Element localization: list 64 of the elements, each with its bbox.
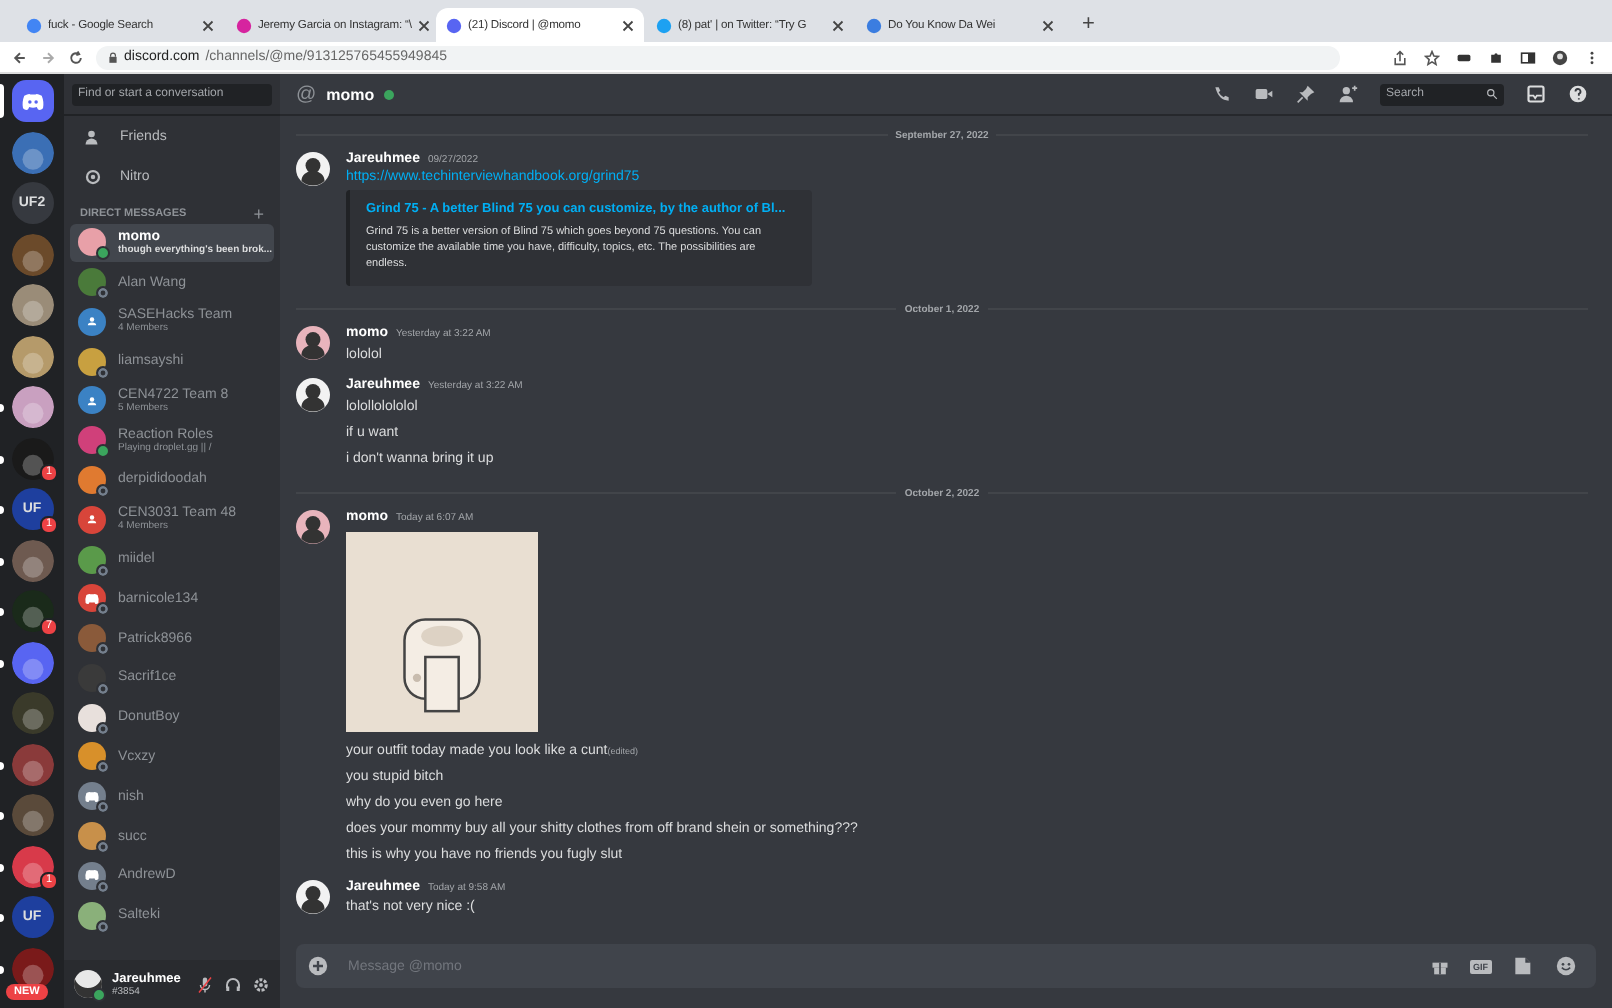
headphones-icon[interactable] [224,975,242,993]
add-dm-button[interactable]: + [253,208,264,220]
profile-icon[interactable] [1552,49,1568,65]
group-icon [84,512,100,527]
server-icon[interactable] [11,845,53,887]
home-button[interactable] [11,80,53,122]
status-indicator [92,988,106,1002]
share-icon[interactable] [1392,49,1408,65]
user-avatar [296,152,330,186]
user-avatar [296,510,330,544]
favicon-icon [866,17,882,33]
close-icon[interactable] [832,19,844,31]
nitro-icon [84,168,102,186]
server-icon[interactable] [11,743,53,785]
discord-logo [84,868,100,883]
server-icon[interactable] [11,335,53,377]
user-avatar [296,326,330,360]
close-icon[interactable] [1042,19,1054,31]
sidebar-icon[interactable] [1520,49,1536,65]
close-icon[interactable] [417,19,430,31]
server-icon[interactable] [11,131,53,173]
server-icon[interactable] [11,794,53,836]
new-tab-button[interactable]: + [1066,12,1111,42]
search-icon [1486,88,1498,100]
star-icon[interactable] [1424,49,1440,65]
lock-icon[interactable] [108,51,118,63]
add-friend-icon[interactable] [1338,84,1358,104]
server-icon[interactable] [11,437,53,479]
favicon-icon [26,17,42,33]
server-icon[interactable] [11,947,53,989]
help-icon[interactable] [1568,84,1588,104]
microphone-icon[interactable] [196,975,214,993]
user-avatar [296,378,330,412]
call-icon[interactable] [1212,84,1232,104]
close-icon[interactable] [202,19,214,31]
discord-logo [84,591,100,606]
server-icon[interactable] [11,539,53,581]
reload-icon[interactable] [68,49,84,65]
user-avatar [296,879,330,913]
discord-logo [84,789,100,804]
settings-icon[interactable] [252,975,270,993]
extension-icon[interactable] [1456,49,1472,65]
favicon-icon [446,17,462,33]
video-icon[interactable] [1254,84,1274,104]
favicon-icon [656,17,672,33]
server-icon[interactable] [11,641,53,683]
close-icon[interactable] [622,19,634,31]
inbox-icon[interactable] [1526,84,1546,104]
group-icon [84,314,100,329]
emoji-icon[interactable] [1556,956,1576,976]
pin-icon[interactable] [1296,84,1316,104]
channel-title: momo [326,85,375,103]
server-icon[interactable] [11,386,53,428]
sticker-icon[interactable] [1512,956,1532,976]
discord-logo [19,91,45,111]
back-icon[interactable] [12,49,28,65]
friends-icon [84,128,102,146]
server-icon[interactable] [11,233,53,275]
group-icon [84,393,100,408]
server-icon[interactable] [11,284,53,326]
add-attachment-icon[interactable] [308,956,328,976]
server-icon[interactable] [11,590,53,632]
at-sign: @ [296,83,317,105]
favicon-icon [236,17,252,33]
